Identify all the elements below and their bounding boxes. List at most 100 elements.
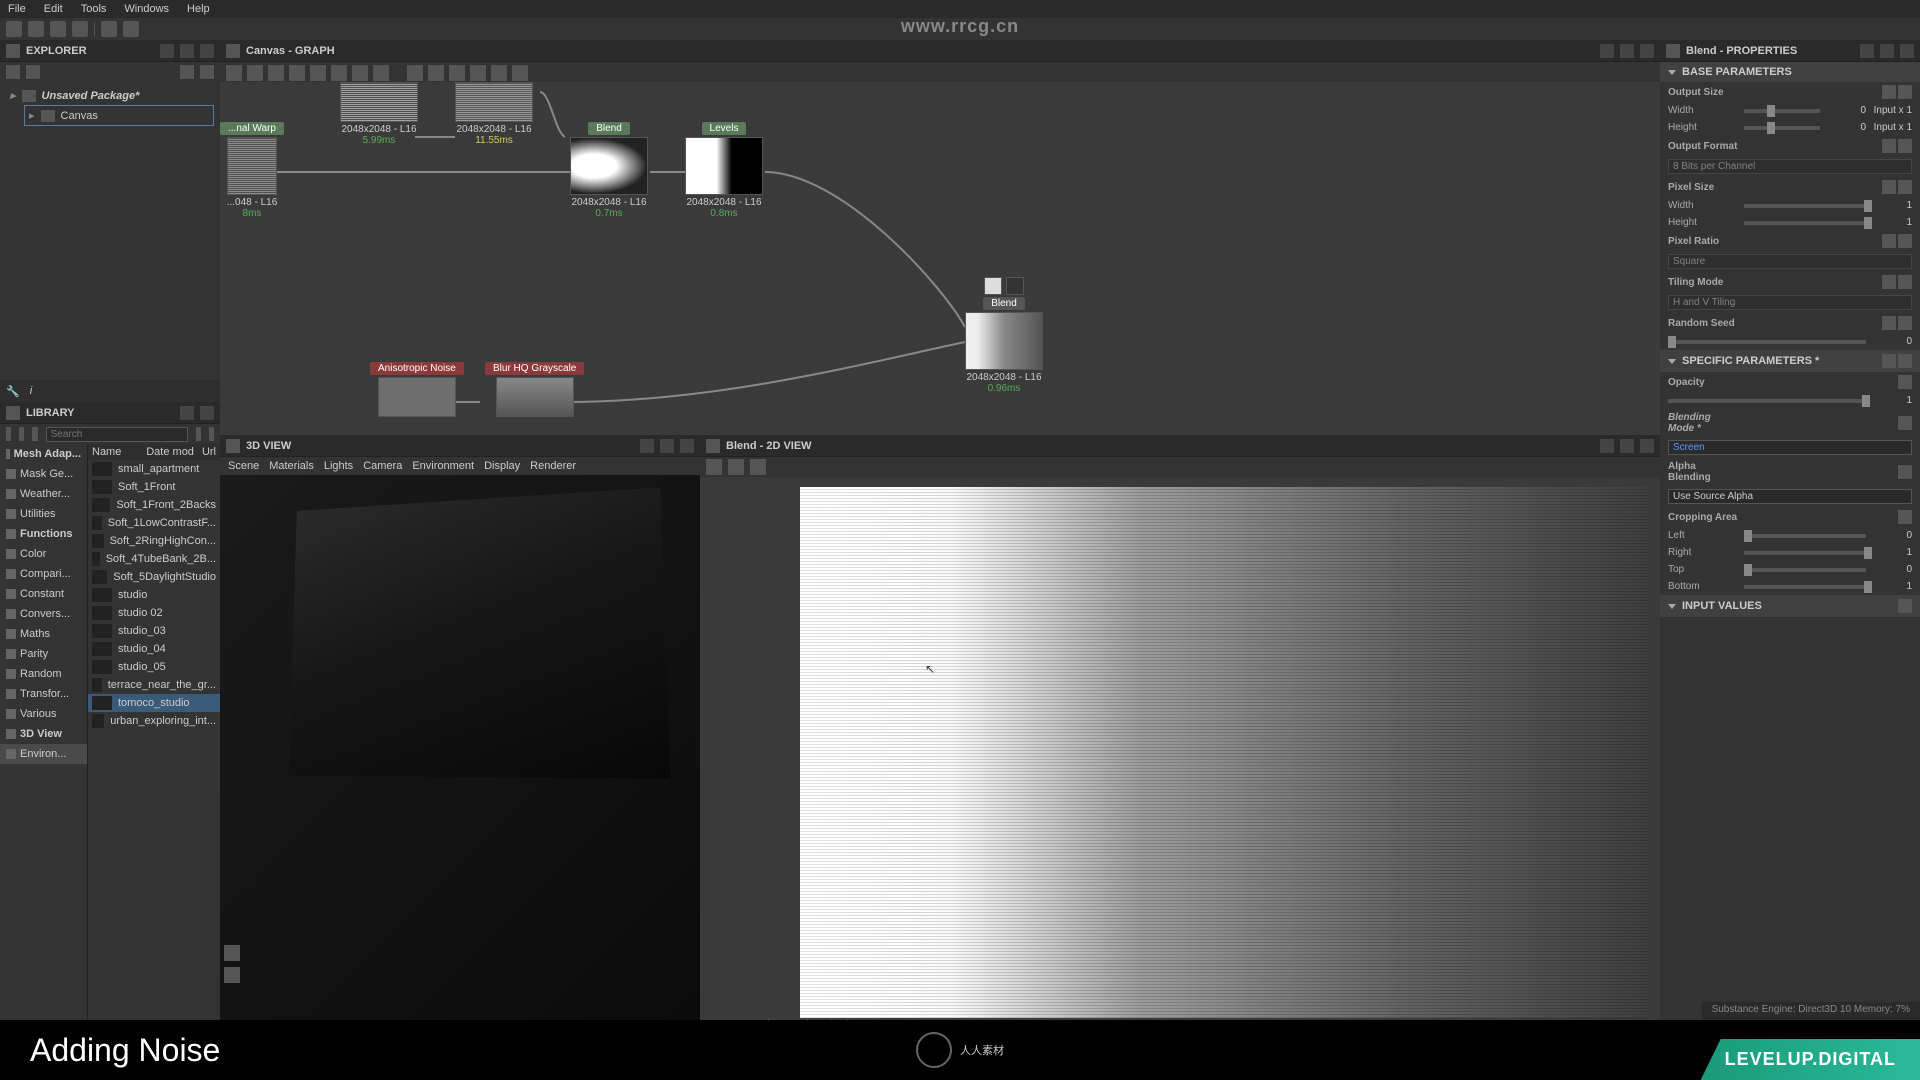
refresh-icon[interactable] (449, 65, 465, 81)
lib-item[interactable]: studio 02 (88, 604, 220, 622)
viewport-2d[interactable]: 2048 x 2048 (Grayscale, 16bpc) ↖ (700, 477, 1660, 1058)
close-icon[interactable] (1640, 44, 1654, 58)
camera-icon[interactable] (268, 65, 284, 81)
crop-icon[interactable] (491, 65, 507, 81)
reset-icon[interactable] (1898, 510, 1912, 524)
view-3d-icon[interactable] (984, 277, 1002, 295)
node-graph[interactable]: ...nal Warp ...048 - L16 8ms 2048x2048 -… (220, 82, 1660, 435)
close-icon[interactable] (1900, 44, 1914, 58)
close-icon[interactable] (1640, 439, 1654, 453)
new-icon[interactable] (6, 65, 20, 79)
expand-icon[interactable] (1898, 599, 1912, 613)
lib-category[interactable]: Weather... (0, 484, 87, 504)
eye-icon[interactable] (6, 427, 11, 441)
lib-item[interactable]: small_apartment (88, 460, 220, 478)
options-icon[interactable] (200, 65, 214, 79)
node-aniso[interactable]: Anisotropic Noise (370, 362, 464, 417)
reset-icon[interactable] (1898, 139, 1912, 153)
camera-gizmo-icon[interactable] (224, 945, 240, 961)
ratio-select[interactable]: Square (1668, 254, 1912, 269)
maximize-icon[interactable] (1620, 439, 1634, 453)
menu-file[interactable]: File (8, 3, 26, 15)
wand-icon[interactable] (470, 65, 486, 81)
crop-left-slider[interactable] (1744, 534, 1866, 538)
node-blur[interactable]: Blur HQ Grayscale (485, 362, 584, 417)
crop-right-slider[interactable] (1744, 551, 1866, 555)
node-warp[interactable]: ...nal Warp ...048 - L16 8ms (220, 122, 284, 219)
open-icon[interactable] (50, 21, 66, 37)
close-icon[interactable] (200, 406, 214, 420)
view3d-renderer[interactable]: Renderer (530, 460, 576, 472)
reset-icon[interactable] (1898, 275, 1912, 289)
specific-parameters-header[interactable]: SPECIFIC PARAMETERS * (1660, 350, 1920, 372)
view3d-camera[interactable]: Camera (363, 460, 402, 472)
frame-icon[interactable] (373, 65, 389, 81)
close-icon[interactable] (200, 44, 214, 58)
align-icon[interactable] (352, 65, 368, 81)
reset-icon[interactable] (1898, 416, 1912, 430)
width-slider[interactable] (1744, 109, 1820, 113)
lib-item[interactable]: terrace_near_the_gr... (88, 676, 220, 694)
lib-item[interactable]: Soft_2RingHighCon... (88, 532, 220, 550)
lib-category[interactable]: Convers... (0, 604, 87, 624)
grid-icon[interactable] (512, 65, 528, 81)
maximize-icon[interactable] (1880, 44, 1894, 58)
edit-icon[interactable] (32, 427, 37, 441)
save-icon[interactable] (72, 21, 88, 37)
lib-item[interactable]: Soft_1Front_2Backs (88, 496, 220, 514)
lib-category[interactable]: Mask Ge... (0, 464, 87, 484)
lib-category[interactable]: Color (0, 544, 87, 564)
graph-item[interactable]: ▸ Canvas (24, 105, 214, 126)
px-height-slider[interactable] (1744, 221, 1866, 225)
blend-mode-select[interactable]: Screen (1668, 440, 1912, 455)
base-parameters-header[interactable]: BASE PARAMETERS (1660, 62, 1920, 82)
link-icon[interactable] (1882, 234, 1896, 248)
node-2[interactable]: 2048x2048 - L16 11.55ms (455, 82, 533, 146)
node-blend2[interactable]: Blend 2048x2048 - L16 0.96ms (965, 277, 1043, 394)
lib-item[interactable]: studio (88, 586, 220, 604)
node-levels[interactable]: Levels 2048x2048 - L16 0.8ms (685, 122, 763, 219)
lib-category[interactable]: Mesh Adap... (0, 444, 87, 464)
light-gizmo-icon[interactable] (224, 967, 240, 983)
link-icon[interactable] (1882, 180, 1896, 194)
expand-icon[interactable] (1882, 354, 1896, 368)
undo-icon[interactable] (101, 21, 117, 37)
maximize-icon[interactable] (1620, 44, 1634, 58)
input-values-header[interactable]: INPUT VALUES (1660, 595, 1920, 617)
brush-icon[interactable] (19, 427, 24, 441)
refresh-icon[interactable] (28, 21, 44, 37)
reset-icon[interactable] (1898, 375, 1912, 389)
redo-icon[interactable] (123, 21, 139, 37)
menu-edit[interactable]: Edit (44, 3, 63, 15)
flow-icon[interactable] (407, 65, 423, 81)
lib-item[interactable]: Soft_1Front (88, 478, 220, 496)
menu-tools[interactable]: Tools (81, 3, 107, 15)
reset-icon[interactable] (1898, 316, 1912, 330)
lib-category[interactable]: Utilities (0, 504, 87, 524)
lib-category[interactable]: Functions (0, 524, 87, 544)
reset-icon[interactable] (1898, 85, 1912, 99)
node-blend1[interactable]: Blend 2048x2048 - L16 0.7ms (570, 122, 648, 219)
pin-icon[interactable] (640, 439, 654, 453)
menu-windows[interactable]: Windows (124, 3, 169, 15)
link-icon[interactable] (26, 65, 40, 79)
viewport-3d[interactable] (220, 475, 700, 1080)
lib-category[interactable]: Random (0, 664, 87, 684)
tool-icon[interactable]: 🔧 (6, 385, 20, 398)
link-icon[interactable] (1882, 275, 1896, 289)
reset-icon[interactable] (1898, 180, 1912, 194)
px-width-slider[interactable] (1744, 204, 1866, 208)
zoom-icon[interactable] (310, 65, 326, 81)
list-icon[interactable] (209, 427, 214, 441)
lib-item[interactable]: studio_04 (88, 640, 220, 658)
reset-icon[interactable] (1898, 234, 1912, 248)
lib-item[interactable]: studio_03 (88, 622, 220, 640)
view3d-environment[interactable]: Environment (412, 460, 474, 472)
view-2d-icon[interactable] (1006, 277, 1024, 295)
collapse-icon[interactable] (180, 65, 194, 79)
close-icon[interactable] (680, 439, 694, 453)
library-search[interactable] (46, 427, 188, 442)
fit-icon[interactable] (331, 65, 347, 81)
link-icon[interactable] (1882, 85, 1896, 99)
menu-icon[interactable] (1898, 354, 1912, 368)
